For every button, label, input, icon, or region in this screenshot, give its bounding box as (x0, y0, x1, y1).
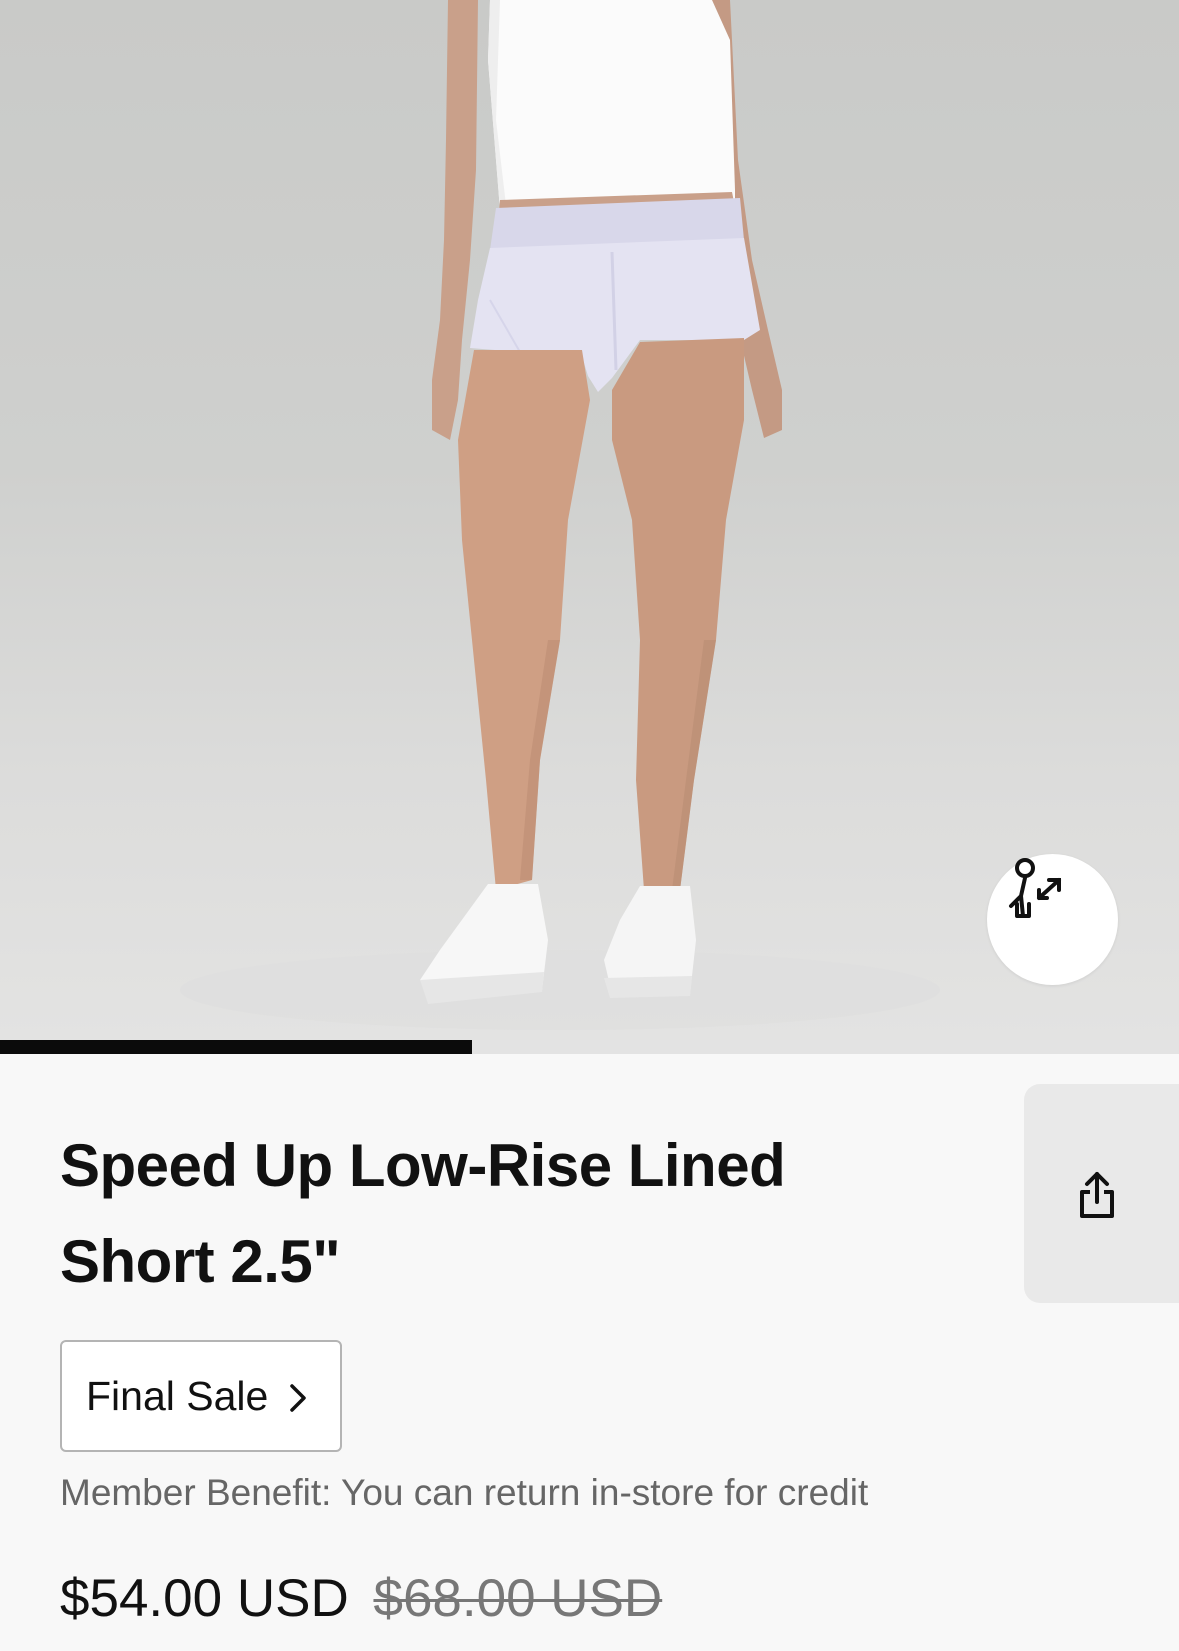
product-title-line1: Speed Up Low-Rise Lined (60, 1132, 786, 1199)
chevron-right-icon (290, 1384, 307, 1412)
gallery-progress-bar (0, 1040, 1179, 1054)
member-benefit-text: Member Benefit: You can return in-store … (60, 1472, 869, 1513)
size-fit-icon (1009, 858, 1061, 918)
product-title-line2: Short 2.5" (60, 1228, 341, 1295)
price-row: $54.00 USD $68.00 USD (60, 1568, 662, 1629)
final-sale-button[interactable]: Final Sale (60, 1340, 342, 1452)
product-image[interactable] (0, 0, 1179, 1040)
share-button[interactable] (1024, 1084, 1179, 1303)
product-title: Speed Up Low-Rise Lined Short 2.5" (60, 1118, 820, 1310)
gallery-progress-fill (0, 1040, 472, 1054)
final-sale-label: Final Sale (86, 1372, 269, 1419)
share-icon (1080, 1172, 1114, 1218)
original-price: $68.00 USD (373, 1569, 663, 1628)
current-price: $54.00 USD (60, 1569, 349, 1628)
size-fit-button[interactable] (987, 854, 1118, 985)
